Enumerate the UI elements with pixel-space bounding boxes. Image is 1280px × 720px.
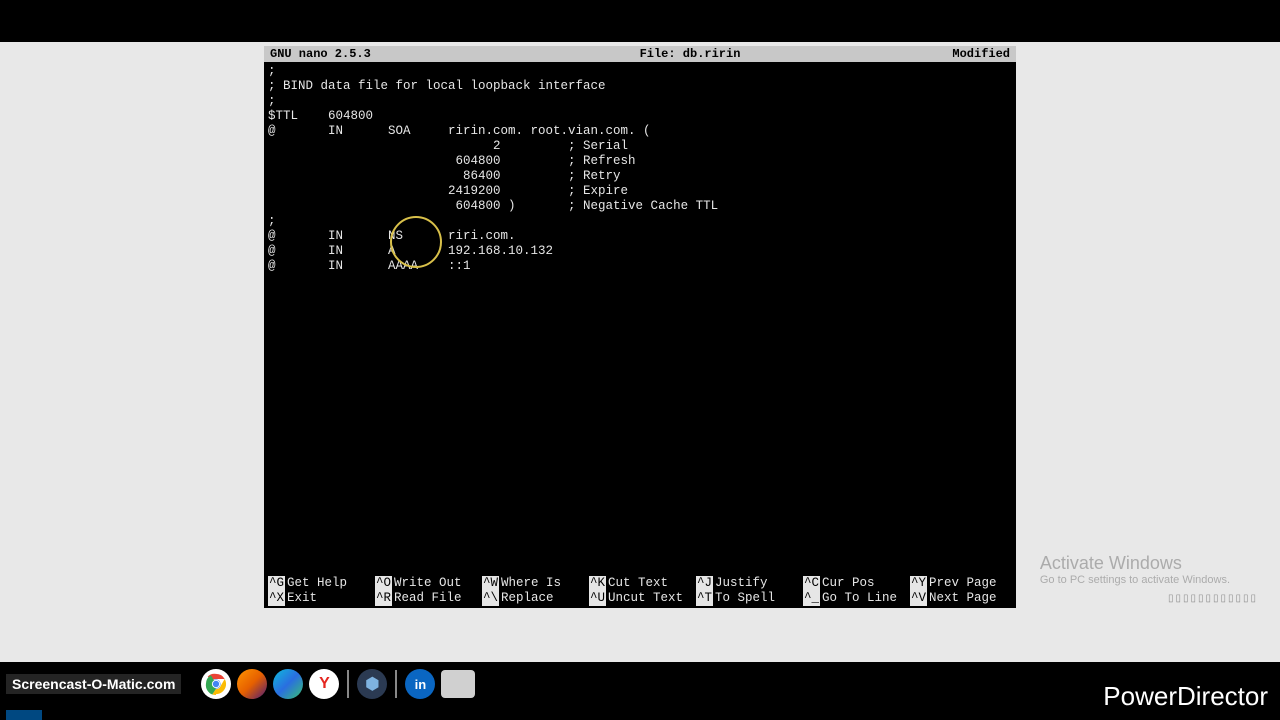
shortcut-label: To Spell [715, 591, 775, 605]
file-line: ; [268, 214, 276, 228]
shortcut-key: ^Y [910, 576, 927, 591]
desktop-area: GNU nano 2.5.3 File: db.ririn Modified ;… [0, 42, 1280, 662]
shortcut-key: ^V [910, 591, 927, 606]
file-line: 604800 ) ; Negative Cache TTL [268, 199, 718, 213]
nano-edit-area[interactable]: ; ; BIND data file for local loopback in… [264, 62, 1016, 578]
file-line: 604800 ; Refresh [268, 154, 636, 168]
generic-app-icon[interactable] [441, 670, 475, 698]
shortcut-label: Prev Page [929, 576, 997, 590]
file-line: @ IN AAAA ::1 [268, 259, 471, 273]
edge-icon[interactable] [273, 669, 303, 699]
shortcut-label: Write Out [394, 576, 462, 590]
shortcut-key: ^O [375, 576, 392, 591]
file-line: ; BIND data file for local loopback inte… [268, 79, 606, 93]
nano-titlebar: GNU nano 2.5.3 File: db.ririn Modified [264, 46, 1016, 62]
shortcut-key: ^T [696, 591, 713, 606]
file-line: 2 ; Serial [268, 139, 628, 153]
nano-shortcut[interactable]: ^GGet Help [268, 576, 375, 591]
shortcut-label: Where Is [501, 576, 561, 590]
shortcut-key: ^U [589, 591, 606, 606]
activate-title: Activate Windows [1040, 553, 1230, 574]
file-line: ; [268, 94, 276, 108]
shortcut-key: ^G [268, 576, 285, 591]
activate-windows-watermark: Activate Windows Go to PC settings to ac… [1040, 553, 1230, 586]
shortcut-key: ^X [268, 591, 285, 606]
system-tray-icons[interactable]: ▯▯▯▯▯▯▯▯▯▯▯▯ [1168, 593, 1258, 604]
nano-file-label: File: db.ririn [470, 47, 910, 62]
nano-shortcut[interactable]: ^TTo Spell [696, 591, 803, 606]
shortcut-key: ^K [589, 576, 606, 591]
activate-subtitle: Go to PC settings to activate Windows. [1040, 574, 1230, 586]
shortcut-label: Exit [287, 591, 317, 605]
firefox-icon[interactable] [237, 669, 267, 699]
start-button-peek[interactable] [6, 710, 42, 720]
shortcut-label: Replace [501, 591, 554, 605]
shortcut-label: Justify [715, 576, 768, 590]
shortcut-key: ^J [696, 576, 713, 591]
taskbar-separator [395, 670, 397, 698]
nano-shortcut[interactable]: ^OWrite Out [375, 576, 482, 591]
nano-shortcut[interactable]: ^YPrev Page [910, 576, 1017, 591]
nano-app-name: GNU nano 2.5.3 [270, 47, 470, 62]
file-line: ; [268, 64, 276, 78]
nano-shortcut[interactable]: ^VNext Page [910, 591, 1017, 606]
file-line: $TTL 604800 [268, 109, 373, 123]
nano-modified-flag: Modified [910, 47, 1010, 62]
nano-shortcut[interactable]: ^\Replace [482, 591, 589, 606]
nano-shortcut[interactable]: ^WWhere Is [482, 576, 589, 591]
shortcut-label: Cut Text [608, 576, 668, 590]
nano-shortcut[interactable]: ^CCur Pos [803, 576, 910, 591]
shortcut-key: ^W [482, 576, 499, 591]
virtualbox-icon[interactable]: ⬢ [357, 669, 387, 699]
taskbar: Screencast-O-Matic.com Y ⬢ in [0, 666, 1280, 702]
shortcut-label: Go To Line [822, 591, 897, 605]
shortcut-key: ^C [803, 576, 820, 591]
yandex-icon[interactable]: Y [309, 669, 339, 699]
nano-shortcuts: ^GGet Help^OWrite Out^WWhere Is^KCut Tex… [264, 576, 1016, 608]
letterbox-top [0, 0, 1280, 42]
nano-shortcut[interactable]: ^UUncut Text [589, 591, 696, 606]
nano-shortcut[interactable]: ^JJustify [696, 576, 803, 591]
nano-shortcut[interactable]: ^XExit [268, 591, 375, 606]
shortcut-label: Uncut Text [608, 591, 683, 605]
shortcut-label: Next Page [929, 591, 997, 605]
nano-shortcut[interactable]: ^_Go To Line [803, 591, 910, 606]
chrome-logo-icon [205, 673, 227, 695]
terminal-window[interactable]: GNU nano 2.5.3 File: db.ririn Modified ;… [264, 46, 1016, 608]
chrome-icon[interactable] [201, 669, 231, 699]
taskbar-separator [347, 670, 349, 698]
file-line: 2419200 ; Expire [268, 184, 628, 198]
file-line: 86400 ; Retry [268, 169, 621, 183]
nano-shortcut[interactable]: ^KCut Text [589, 576, 696, 591]
shortcut-label: Get Help [287, 576, 347, 590]
file-line: @ IN NS riri.com. [268, 229, 516, 243]
shortcut-key: ^\ [482, 591, 499, 606]
shortcut-label: Cur Pos [822, 576, 875, 590]
screencast-watermark: Screencast-O-Matic.com [6, 674, 181, 694]
file-line: @ IN SOA ririn.com. root.vian.com. ( [268, 124, 651, 138]
shortcut-key: ^_ [803, 591, 820, 606]
file-line: @ IN A 192.168.10.132 [268, 244, 553, 258]
video-bottom-bar: Screencast-O-Matic.com Y ⬢ in PowerDirec… [0, 662, 1280, 720]
shortcut-label: Read File [394, 591, 462, 605]
powerdirector-watermark: PowerDirector [1103, 681, 1268, 712]
nano-shortcut[interactable]: ^RRead File [375, 591, 482, 606]
shortcut-key: ^R [375, 591, 392, 606]
linkedin-icon[interactable]: in [405, 669, 435, 699]
